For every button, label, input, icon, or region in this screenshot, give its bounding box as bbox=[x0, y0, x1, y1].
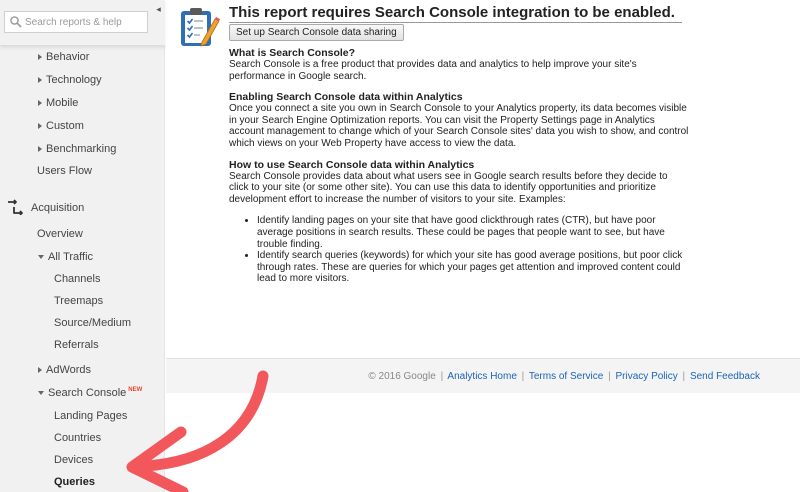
setup-search-console-button[interactable]: Set up Search Console data sharing bbox=[229, 24, 404, 41]
footer-separator: | bbox=[521, 371, 525, 382]
sidebar-item-referrals[interactable]: Referrals bbox=[54, 339, 99, 351]
sidebar-item-search-console[interactable]: Search Console NEW bbox=[38, 387, 142, 399]
search-box[interactable] bbox=[4, 11, 148, 33]
new-badge: NEW bbox=[128, 387, 143, 393]
page-title: This report requires Search Console inte… bbox=[229, 4, 682, 23]
sidebar-item-devices[interactable]: Devices bbox=[54, 454, 93, 466]
search-icon bbox=[9, 15, 23, 29]
sidebar-item-queries[interactable]: Queries bbox=[54, 476, 95, 488]
footer: © 2016 Google | Analytics Home | Terms o… bbox=[166, 358, 800, 393]
section-heading: Enabling Search Console data within Anal… bbox=[229, 91, 463, 104]
report-content: What is Search Console? Search Console i… bbox=[229, 47, 689, 285]
chevron-right-icon bbox=[38, 367, 42, 374]
footer-separator: | bbox=[682, 371, 686, 382]
send-feedback-link[interactable]: Send Feedback bbox=[690, 371, 760, 382]
sidebar-item-countries[interactable]: Countries bbox=[54, 432, 101, 444]
sidebar-item-source-medium[interactable]: Source/Medium bbox=[54, 317, 131, 329]
sidebar-item-behavior[interactable]: Behavior bbox=[38, 51, 89, 63]
footer-separator: | bbox=[608, 371, 611, 382]
sidebar-item-overview[interactable]: Overview bbox=[37, 228, 83, 240]
sidebar-item-users-flow[interactable]: Users Flow bbox=[37, 165, 92, 177]
sidebar-item-custom[interactable]: Custom bbox=[38, 120, 84, 132]
sidebar-item-technology[interactable]: Technology bbox=[38, 74, 102, 86]
terms-of-service-link[interactable]: Terms of Service bbox=[529, 371, 603, 382]
copyright-text: © 2016 Google bbox=[368, 371, 436, 382]
list-item: Identify search queries (keywords) for w… bbox=[257, 250, 689, 285]
section-body: Search Console provides data about what … bbox=[229, 170, 668, 205]
footer-separator: | bbox=[440, 371, 444, 382]
clipboard-checklist-icon bbox=[178, 6, 220, 48]
sidebar-item-treemaps[interactable]: Treemaps bbox=[54, 295, 103, 307]
sidebar-item-channels[interactable]: Channels bbox=[54, 273, 100, 285]
sidebar-item-acquisition[interactable]: Acquisition bbox=[31, 202, 84, 214]
chevron-right-icon bbox=[38, 100, 42, 107]
collapse-sidebar-button[interactable]: ◂ bbox=[153, 2, 164, 16]
section-heading: What is Search Console? bbox=[229, 47, 356, 59]
chevron-down-icon bbox=[38, 391, 44, 396]
sidebar-item-mobile[interactable]: Mobile bbox=[38, 97, 78, 109]
sidebar-item-all-traffic[interactable]: All Traffic bbox=[38, 251, 93, 263]
chevron-right-icon bbox=[38, 77, 42, 84]
footer-links: © 2016 Google | Analytics Home | Terms o… bbox=[368, 371, 760, 382]
chevron-right-icon bbox=[38, 123, 42, 130]
privacy-policy-link[interactable]: Privacy Policy bbox=[616, 371, 678, 382]
sidebar-item-landing-pages[interactable]: Landing Pages bbox=[54, 410, 127, 422]
section-body: Once you connect a site you own in Searc… bbox=[229, 103, 689, 149]
search-area: ◂ bbox=[0, 0, 165, 46]
sidebar-item-benchmarking[interactable]: Benchmarking bbox=[38, 143, 116, 155]
search-input[interactable] bbox=[25, 16, 145, 28]
examples-list: Identify landing pages on your site that… bbox=[243, 215, 689, 285]
sidebar: ◂ Behavior Technology Mobile Custom Benc… bbox=[0, 0, 165, 492]
chevron-right-icon bbox=[38, 54, 42, 61]
acquisition-icon bbox=[7, 199, 23, 216]
chevron-down-icon bbox=[38, 255, 44, 260]
section-heading: How to use Search Console data within An… bbox=[229, 158, 475, 171]
analytics-home-link[interactable]: Analytics Home bbox=[447, 371, 516, 382]
section-body: Search Console is a free product that pr… bbox=[229, 59, 637, 82]
list-item: Identify landing pages on your site that… bbox=[257, 215, 689, 250]
sidebar-item-adwords[interactable]: AdWords bbox=[38, 364, 91, 376]
chevron-right-icon bbox=[38, 146, 42, 153]
